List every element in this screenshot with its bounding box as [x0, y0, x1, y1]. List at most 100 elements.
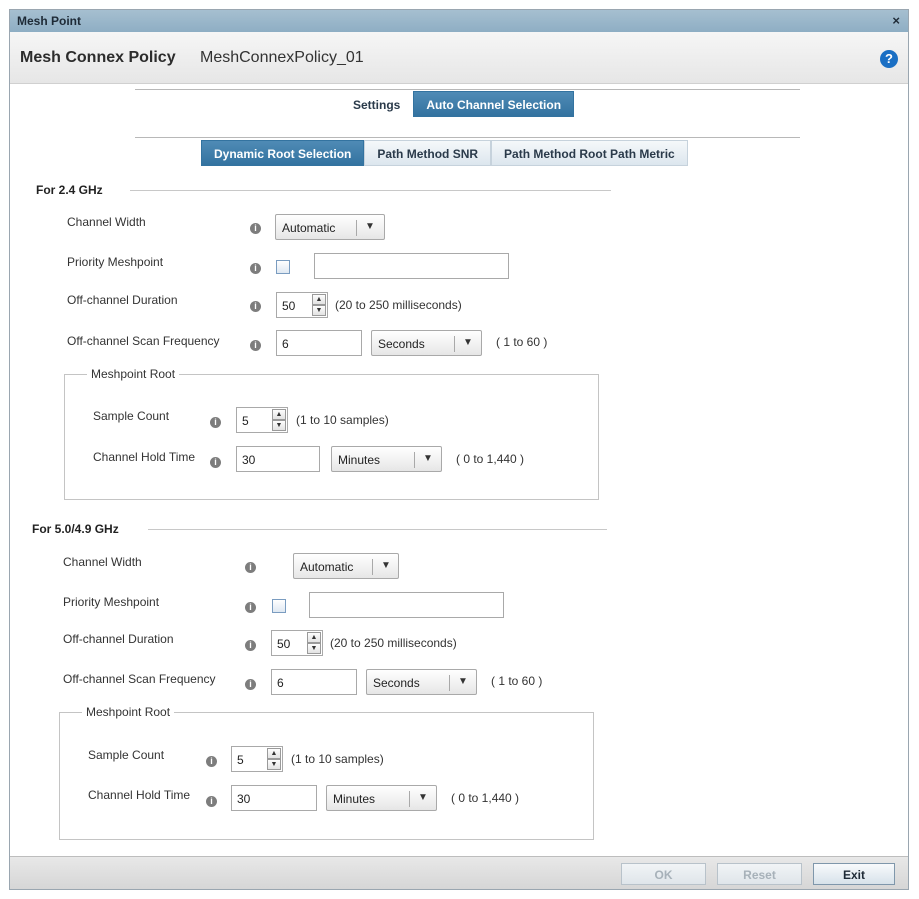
- spin-down-icon[interactable]: ▼: [272, 420, 286, 431]
- tab-divider-top: [135, 89, 800, 90]
- scan-frequency-unit-select[interactable]: Seconds ▼: [366, 669, 477, 695]
- info-icon[interactable]: i: [245, 602, 256, 613]
- meshpoint-root-group: Meshpoint Root: [64, 367, 599, 500]
- tab-auto-channel-selection[interactable]: Auto Channel Selection: [413, 91, 575, 117]
- info-icon[interactable]: i: [245, 679, 256, 690]
- channel-hold-time-unit-select[interactable]: Minutes ▼: [331, 446, 442, 472]
- channel-hold-time-hint: ( 0 to 1,440 ): [451, 791, 520, 805]
- priority-meshpoint-label: Priority Meshpoint: [63, 595, 160, 609]
- channel-width-label: Channel Width: [63, 555, 142, 569]
- info-icon[interactable]: i: [250, 223, 261, 234]
- sample-count-label: Sample Count: [93, 409, 170, 423]
- spin-up-icon[interactable]: ▲: [267, 748, 281, 759]
- sample-count-hint: (1 to 10 samples): [296, 413, 389, 427]
- chevron-down-icon: ▼: [458, 676, 468, 687]
- scan-frequency-unit-select[interactable]: Seconds ▼: [371, 330, 482, 356]
- title-bar: Mesh Point ×: [10, 10, 908, 32]
- section-title: For 5.0/4.9 GHz: [32, 522, 119, 536]
- spin-up-icon[interactable]: ▲: [312, 294, 326, 305]
- stepper-value: 50: [277, 637, 291, 651]
- spin-up-icon[interactable]: ▲: [307, 632, 321, 643]
- meshpoint-root-legend: Meshpoint Root: [87, 367, 180, 381]
- channel-hold-time-hint: ( 0 to 1,440 ): [456, 452, 525, 466]
- sample-count-stepper[interactable]: 5 ▲ ▼: [236, 407, 288, 433]
- meshpoint-root-group: Meshpoint Root: [59, 705, 594, 840]
- sample-count-hint: (1 to 10 samples): [291, 752, 384, 766]
- priority-meshpoint-input[interactable]: [314, 253, 509, 279]
- info-icon[interactable]: i: [250, 263, 261, 274]
- info-icon[interactable]: i: [245, 562, 256, 573]
- ok-button[interactable]: OK: [621, 863, 706, 885]
- window-title: Mesh Point: [17, 14, 82, 28]
- tab-dynamic-root-selection[interactable]: Dynamic Root Selection: [201, 140, 365, 166]
- chevron-down-icon: ▼: [365, 221, 375, 232]
- section-title: For 2.4 GHz: [36, 183, 103, 197]
- off-channel-duration-label: Off-channel Duration: [67, 293, 178, 307]
- spin-down-icon[interactable]: ▼: [267, 759, 281, 770]
- info-icon[interactable]: i: [206, 756, 217, 767]
- off-channel-duration-hint: (20 to 250 milliseconds): [335, 298, 462, 312]
- stepper-value: 5: [242, 414, 249, 428]
- sample-count-label: Sample Count: [88, 748, 165, 762]
- off-channel-scan-frequency-hint: ( 1 to 60 ): [496, 335, 548, 349]
- section-rule: [130, 190, 611, 191]
- priority-meshpoint-checkbox[interactable]: [276, 260, 290, 274]
- info-icon[interactable]: i: [210, 417, 221, 428]
- tab-path-method-snr[interactable]: Path Method SNR: [364, 140, 492, 166]
- meshpoint-root-legend: Meshpoint Root: [82, 705, 175, 719]
- off-channel-scan-frequency-input[interactable]: 6: [276, 330, 362, 356]
- sub-tabs: Dynamic Root Selection Path Method SNR P…: [201, 140, 688, 166]
- info-icon[interactable]: i: [206, 796, 217, 807]
- info-icon[interactable]: i: [250, 301, 261, 312]
- select-value: Seconds: [378, 337, 425, 351]
- top-tabs: Settings Auto Channel Selection: [340, 91, 575, 117]
- off-channel-duration-stepper[interactable]: 50 ▲ ▼: [276, 292, 328, 318]
- info-icon[interactable]: i: [250, 340, 261, 351]
- info-icon[interactable]: i: [210, 457, 221, 468]
- off-channel-scan-frequency-input[interactable]: 6: [271, 669, 357, 695]
- tab-path-method-root-path-metric[interactable]: Path Method Root Path Metric: [491, 140, 688, 166]
- chevron-down-icon: ▼: [418, 792, 428, 803]
- dialog-footer: OK Reset Exit: [10, 856, 908, 889]
- spin-down-icon[interactable]: ▼: [307, 643, 321, 654]
- section-rule: [148, 529, 607, 530]
- channel-width-select[interactable]: Automatic ▼: [293, 553, 399, 579]
- info-icon[interactable]: i: [245, 640, 256, 651]
- policy-header: Mesh Connex Policy MeshConnexPolicy_01 ?: [10, 32, 908, 84]
- exit-button[interactable]: Exit: [813, 863, 895, 885]
- spin-down-icon[interactable]: ▼: [312, 305, 326, 316]
- channel-hold-time-input[interactable]: 30: [236, 446, 320, 472]
- close-icon[interactable]: ×: [892, 13, 900, 28]
- spin-up-icon[interactable]: ▲: [272, 409, 286, 420]
- help-icon[interactable]: ?: [880, 50, 898, 68]
- select-value: Seconds: [373, 676, 420, 690]
- off-channel-scan-frequency-label: Off-channel Scan Frequency: [63, 672, 216, 686]
- stepper-value: 50: [282, 299, 296, 313]
- select-value: Automatic: [282, 221, 336, 235]
- off-channel-duration-label: Off-channel Duration: [63, 632, 174, 646]
- tab-settings[interactable]: Settings: [340, 91, 413, 117]
- chevron-down-icon: ▼: [463, 337, 473, 348]
- select-value: Minutes: [333, 792, 376, 806]
- select-value: Minutes: [338, 453, 381, 467]
- channel-hold-time-unit-select[interactable]: Minutes ▼: [326, 785, 437, 811]
- off-channel-scan-frequency-hint: ( 1 to 60 ): [491, 674, 543, 688]
- sample-count-stepper[interactable]: 5 ▲ ▼: [231, 746, 283, 772]
- channel-width-select[interactable]: Automatic ▼: [275, 214, 385, 240]
- off-channel-duration-hint: (20 to 250 milliseconds): [330, 636, 457, 650]
- policy-label: Mesh Connex Policy: [20, 49, 176, 66]
- channel-hold-time-label: Channel Hold Time: [93, 450, 196, 464]
- off-channel-duration-stepper[interactable]: 50 ▲ ▼: [271, 630, 323, 656]
- priority-meshpoint-label: Priority Meshpoint: [67, 255, 164, 269]
- select-value: Automatic: [300, 560, 354, 574]
- channel-hold-time-label: Channel Hold Time: [88, 788, 191, 802]
- channel-hold-time-input[interactable]: 30: [231, 785, 317, 811]
- priority-meshpoint-input[interactable]: [309, 592, 504, 618]
- chevron-down-icon: ▼: [423, 453, 433, 464]
- tab-divider-sub: [135, 137, 800, 138]
- reset-button[interactable]: Reset: [717, 863, 802, 885]
- channel-width-label: Channel Width: [67, 215, 146, 229]
- priority-meshpoint-checkbox[interactable]: [272, 599, 286, 613]
- chevron-down-icon: ▼: [381, 560, 391, 571]
- stepper-value: 5: [237, 753, 244, 767]
